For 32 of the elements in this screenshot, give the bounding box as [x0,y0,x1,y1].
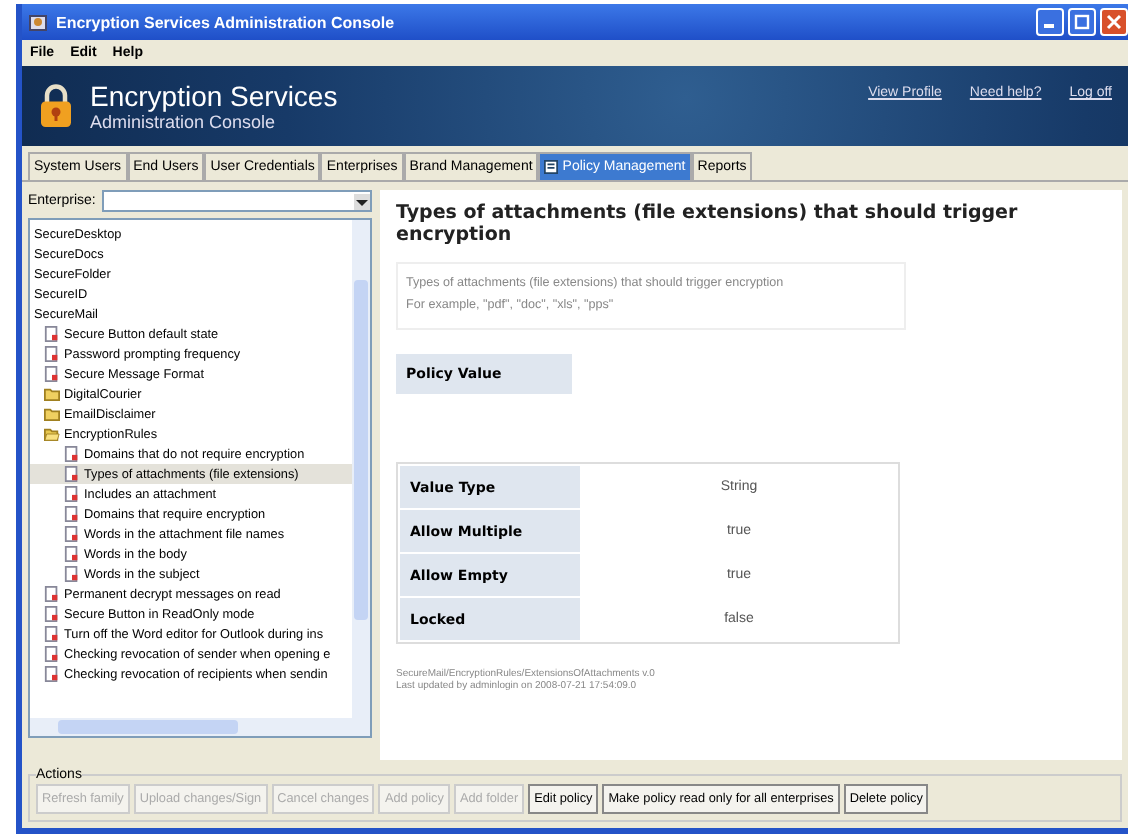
document-icon [44,346,60,362]
app-icon [28,12,48,32]
document-icon [64,526,80,542]
dropdown-arrow-icon [354,193,370,209]
document-icon [64,566,80,582]
document-icon [44,586,60,602]
policy-title: Types of attachments (file extensions) that should trigger encryption [396,202,1020,246]
document-icon [64,486,80,502]
folder-icon [44,426,60,442]
minimize-button[interactable] [1036,8,1064,36]
document-icon [44,666,60,682]
document-icon [64,446,80,462]
document-icon [64,546,80,562]
app-title: Encryption Services [90,80,340,112]
horizontal-scrollbar[interactable] [30,718,370,736]
window-title: Encryption Services Administration Console [56,13,397,31]
document-icon [44,626,60,642]
document-icon [44,326,60,342]
document-icon [64,506,80,522]
maximize-icon [1074,14,1090,30]
document-icon [44,646,60,662]
document-icon [44,366,60,382]
padlock-icon [38,82,74,130]
vertical-scrollbar[interactable] [352,220,370,718]
document-icon [64,466,80,482]
document-icon [44,606,60,622]
close-button[interactable] [1100,8,1128,36]
maximize-button[interactable] [1068,8,1096,36]
list-icon [544,160,559,174]
enterprise-dropdown[interactable] [101,190,372,212]
app-subtitle: Administration Console [90,112,278,132]
close-icon [1106,14,1122,30]
